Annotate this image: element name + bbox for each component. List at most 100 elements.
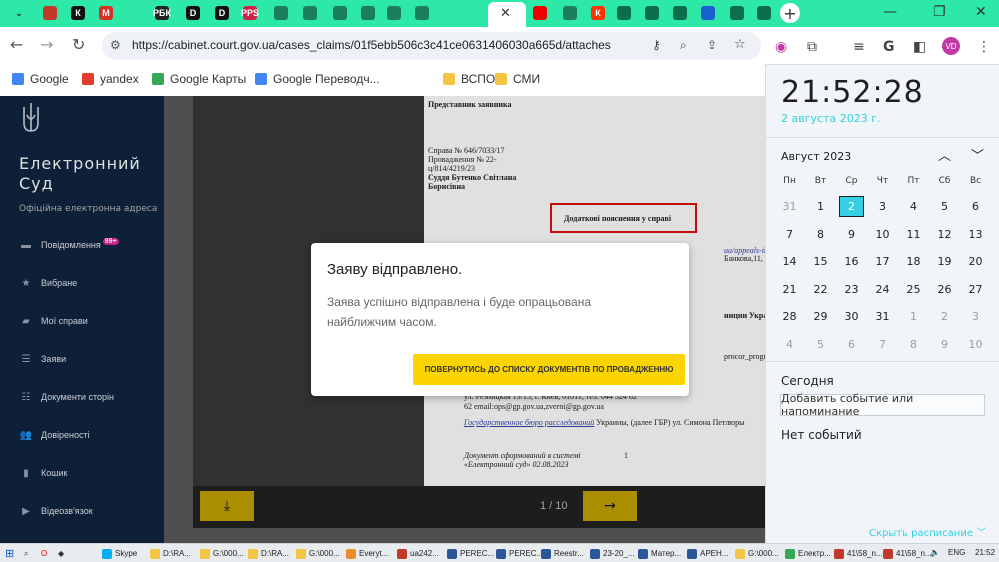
calendar-day[interactable]: 9 [836, 224, 867, 245]
windows-start-icon[interactable]: ⊞ [5, 546, 14, 561]
calendar-day[interactable]: 31 [774, 196, 805, 217]
browser-tab[interactable] [330, 4, 350, 22]
calendar-day[interactable]: 2 [929, 306, 960, 327]
taskbar-item[interactable]: G:\000... [735, 546, 779, 561]
taskbar-item[interactable]: G:\000... [200, 546, 244, 561]
calendar-day[interactable]: 1 [898, 306, 929, 327]
calendar-day[interactable]: 31 [867, 306, 898, 327]
calendar-day[interactable]: 25 [898, 279, 929, 300]
calendar-day[interactable]: 21 [774, 279, 805, 300]
calendar-day[interactable]: 26 [929, 279, 960, 300]
calendar-day[interactable]: 28 [774, 306, 805, 327]
avatar[interactable]: VD [942, 37, 960, 55]
browser-tab[interactable] [642, 4, 662, 22]
taskbar-item[interactable]: Skype [102, 546, 137, 561]
calendar-day[interactable]: 15 [805, 251, 836, 272]
calendar-day[interactable]: 23 [836, 279, 867, 300]
browser-tab[interactable] [412, 4, 432, 22]
browser-tab[interactable] [128, 4, 148, 22]
browser-tab[interactable] [530, 4, 550, 22]
browser-tab[interactable] [384, 4, 404, 22]
taskbar-item[interactable]: PEREC... [447, 546, 494, 561]
hide-schedule-link[interactable]: Скрыть расписание ﹀ [869, 524, 986, 539]
menu-icon[interactable]: ⋮ [977, 39, 991, 55]
browser-tab[interactable]: D [212, 4, 232, 22]
search-icon[interactable]: ⌕ [24, 546, 28, 561]
calendar-day[interactable]: 24 [867, 279, 898, 300]
taskbar-item[interactable]: D:\RA... [150, 546, 191, 561]
calendar-day[interactable]: 4 [898, 196, 929, 217]
taskbar-item[interactable]: Everyt... [346, 546, 388, 561]
calendar-day[interactable]: 10 [867, 224, 898, 245]
key-icon[interactable]: ⚷ [652, 38, 661, 52]
opera-icon[interactable]: O [41, 546, 47, 561]
bookmark-item[interactable]: Google Карты [152, 72, 246, 86]
calendar-day[interactable]: 20 [960, 251, 991, 272]
browser-tab[interactable] [670, 4, 690, 22]
browser-tab[interactable] [358, 4, 378, 22]
clock-date[interactable]: 2 августа 2023 г. [781, 112, 880, 125]
extension-icon[interactable]: ◉ [775, 39, 787, 55]
calendar-day[interactable]: 1 [805, 196, 836, 217]
calendar-day-today[interactable]: 2 [836, 196, 867, 217]
calendar-day[interactable]: 5 [805, 334, 836, 355]
calendar-day[interactable]: 30 [836, 306, 867, 327]
taskbar-item[interactable]: D:\RA... [248, 546, 289, 561]
calendar-day[interactable]: 27 [960, 279, 991, 300]
calendar-day[interactable]: 13 [960, 224, 991, 245]
taskbar-item[interactable]: 41\58_n... [883, 546, 932, 561]
calendar-day[interactable]: 6 [836, 334, 867, 355]
calendar-day[interactable]: 17 [867, 251, 898, 272]
site-info-icon[interactable]: ⚙ [110, 38, 121, 52]
calendar-day[interactable]: 11 [898, 224, 929, 245]
browser-tab[interactable]: D [183, 4, 203, 22]
url-text[interactable]: https://cabinet.court.gov.ua/cases_claim… [132, 38, 611, 52]
calendar-day[interactable]: 8 [805, 224, 836, 245]
calendar-day[interactable]: 7 [867, 334, 898, 355]
zoom-icon[interactable]: ⌕ [680, 38, 687, 53]
browser-tab[interactable] [754, 4, 774, 22]
close-tab-icon[interactable]: ✕ [500, 6, 511, 21]
calendar-day[interactable]: 9 [929, 334, 960, 355]
minimize-icon[interactable]: — [883, 4, 897, 20]
chevron-up-icon[interactable]: ︿ [938, 145, 951, 164]
taskbar-item[interactable]: Електр... [785, 546, 831, 561]
browser-tab[interactable] [40, 4, 60, 22]
return-to-documents-button[interactable]: ПОВЕРНУТИСЬ ДО СПИСКУ ДОКУМЕНТІВ ПО ПРОВ… [413, 354, 685, 385]
taskbar-item[interactable]: Матер... [638, 546, 681, 561]
calendar-day[interactable]: 7 [774, 224, 805, 245]
bookmark-star-icon[interactable]: ☆ [734, 37, 746, 52]
taskbar-item[interactable]: 41\58_n... [834, 546, 883, 561]
bookmark-item[interactable]: yandex [82, 72, 139, 86]
add-event-button[interactable]: Добавить событие или напоминание [780, 392, 985, 418]
browser-tab[interactable]: M [96, 4, 116, 22]
browser-tab[interactable] [300, 4, 320, 22]
calendar-day[interactable]: 18 [898, 251, 929, 272]
google-icon[interactable]: G [883, 39, 895, 55]
browser-tab[interactable]: К [588, 4, 608, 22]
browser-tab[interactable] [727, 4, 747, 22]
url-box[interactable]: ⚙ https://cabinet.court.gov.ua/cases_cla… [102, 32, 761, 60]
calendar-day[interactable]: 22 [805, 279, 836, 300]
forward-icon[interactable]: → [40, 35, 53, 54]
calendar-day[interactable]: 3 [867, 196, 898, 217]
speaker-icon[interactable]: 🔈 [930, 548, 940, 557]
browser-tab[interactable] [614, 4, 634, 22]
taskbar-item[interactable]: 23-20_... [590, 546, 635, 561]
calendar-day[interactable]: 12 [929, 224, 960, 245]
bookmark-item[interactable]: Google Переводч... [255, 72, 380, 86]
calendar-day[interactable]: 29 [805, 306, 836, 327]
taskbar-item[interactable]: АРЕН... [687, 546, 728, 561]
puzzle-icon[interactable]: ⧉ [807, 39, 817, 55]
new-tab-button[interactable]: + [780, 3, 800, 23]
calendar-day[interactable]: 8 [898, 334, 929, 355]
calendar-day[interactable]: 16 [836, 251, 867, 272]
share-icon[interactable]: ⇪ [707, 38, 717, 52]
browser-tab[interactable] [698, 4, 718, 22]
calendar-day[interactable]: 6 [960, 196, 991, 217]
maximize-icon[interactable]: ❐ [933, 4, 946, 20]
active-tab[interactable]: ✕ [488, 2, 526, 27]
media-icon[interactable]: ≡ [853, 39, 865, 55]
calendar-day[interactable]: 5 [929, 196, 960, 217]
browser-tab[interactable] [560, 4, 580, 22]
